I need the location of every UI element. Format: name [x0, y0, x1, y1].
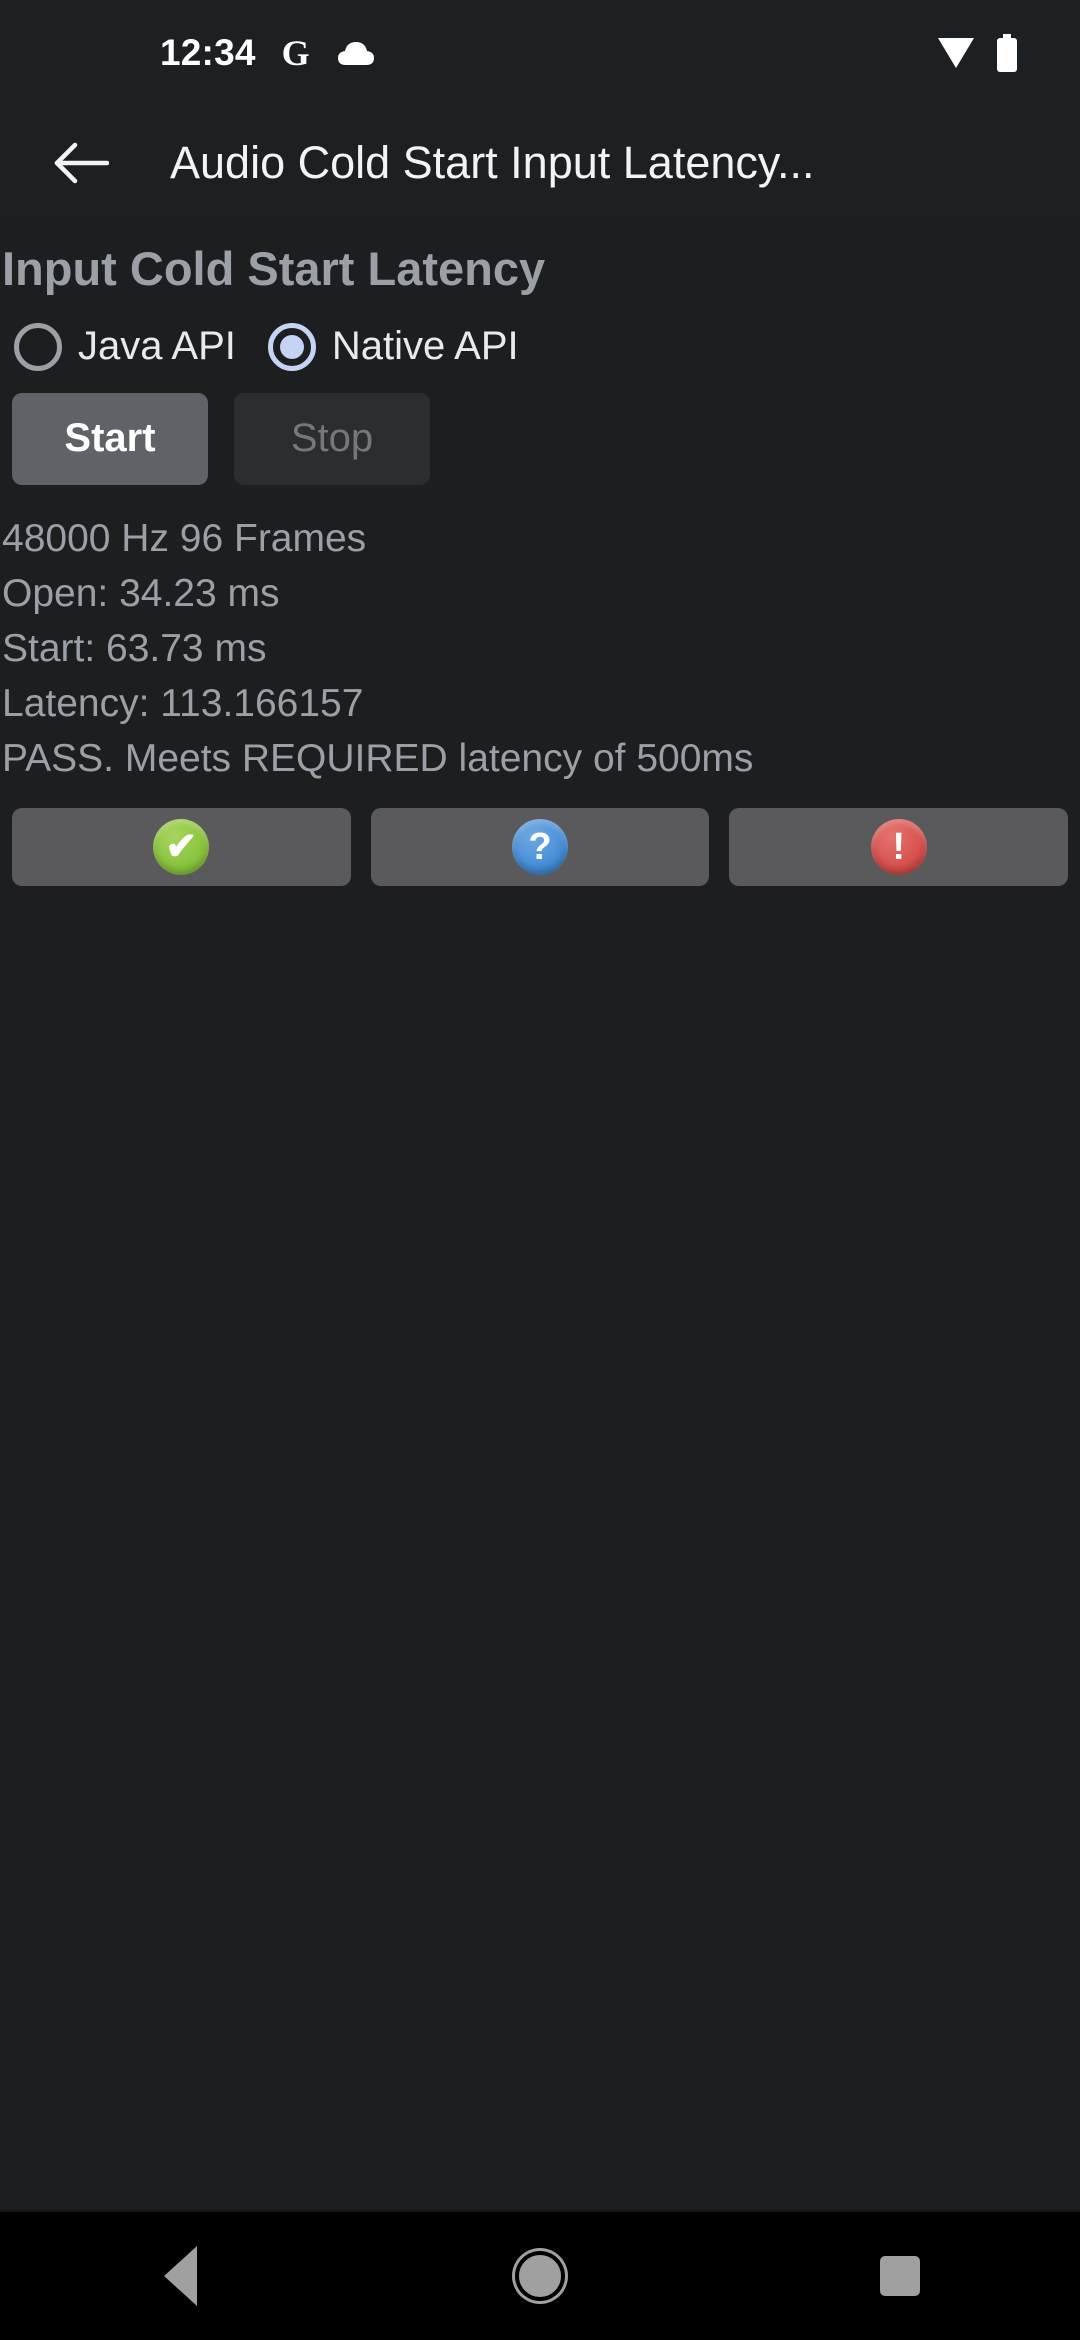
radio-option-java-api[interactable]: Java API	[14, 322, 236, 371]
status-bar-right	[936, 33, 1040, 72]
status-bar-left: 12:34 G	[0, 32, 376, 74]
battery-icon	[997, 33, 1017, 72]
readout-line-latency: Latency: 113.166157	[2, 681, 364, 725]
readout-line-start: Start: 63.73 ms	[2, 626, 267, 670]
readout-line-verdict: PASS. Meets REQUIRED latency of 500ms	[2, 736, 754, 780]
phone-screen: 12:34 G Audio Cold Start Input Latency..…	[0, 0, 1080, 2340]
start-button[interactable]: Start	[12, 392, 208, 485]
nav-recents-button[interactable]	[815, 2211, 985, 2340]
system-navigation-bar	[0, 2210, 1080, 2340]
pass-button[interactable]: ✔	[12, 807, 351, 886]
radio-circle-selected-icon	[267, 322, 316, 371]
api-radio-group: Java API Native API	[0, 322, 1080, 371]
app-bar: Audio Cold Start Input Latency...	[0, 105, 1080, 220]
status-bar: 12:34 G	[0, 0, 1080, 105]
transport-buttons: Start Stop	[0, 392, 1080, 485]
section-heading: Input Cold Start Latency	[2, 242, 546, 295]
result-button-row: ✔ ? !	[0, 807, 1080, 886]
page-title: Audio Cold Start Input Latency...	[170, 136, 815, 188]
main-content: Input Cold Start Latency Java API Native…	[0, 220, 1080, 2210]
radio-option-native-api[interactable]: Native API	[267, 322, 519, 371]
info-button[interactable]: ?	[370, 807, 710, 886]
google-icon: G	[281, 32, 310, 73]
nav-home-button[interactable]	[455, 2211, 625, 2340]
back-arrow-icon	[54, 142, 109, 183]
stop-button: Stop	[234, 392, 430, 485]
back-triangle-icon	[163, 2246, 197, 2306]
back-button[interactable]	[42, 124, 120, 202]
question-circle-icon: ?	[512, 818, 568, 875]
exclamation-circle-icon: !	[870, 818, 927, 875]
nav-back-button[interactable]	[95, 2211, 265, 2340]
radio-label-java-api: Java API	[78, 324, 236, 369]
radio-label-native-api: Native API	[331, 324, 519, 369]
check-circle-icon: ✔	[153, 818, 210, 875]
readout-line-format: 48000 Hz 96 Frames	[2, 516, 367, 560]
home-circle-icon	[519, 2255, 561, 2297]
cloud-icon	[337, 41, 374, 65]
status-clock: 12:34	[160, 31, 256, 73]
recents-square-icon	[880, 2256, 920, 2296]
fail-button[interactable]: !	[729, 807, 1069, 886]
radio-circle-icon	[14, 322, 62, 371]
wifi-icon	[938, 37, 974, 68]
readout-line-open: Open: 34.23 ms	[2, 571, 280, 615]
results-readout: 48000 Hz 96 Frames Open: 34.23 ms Start:…	[0, 511, 1080, 786]
